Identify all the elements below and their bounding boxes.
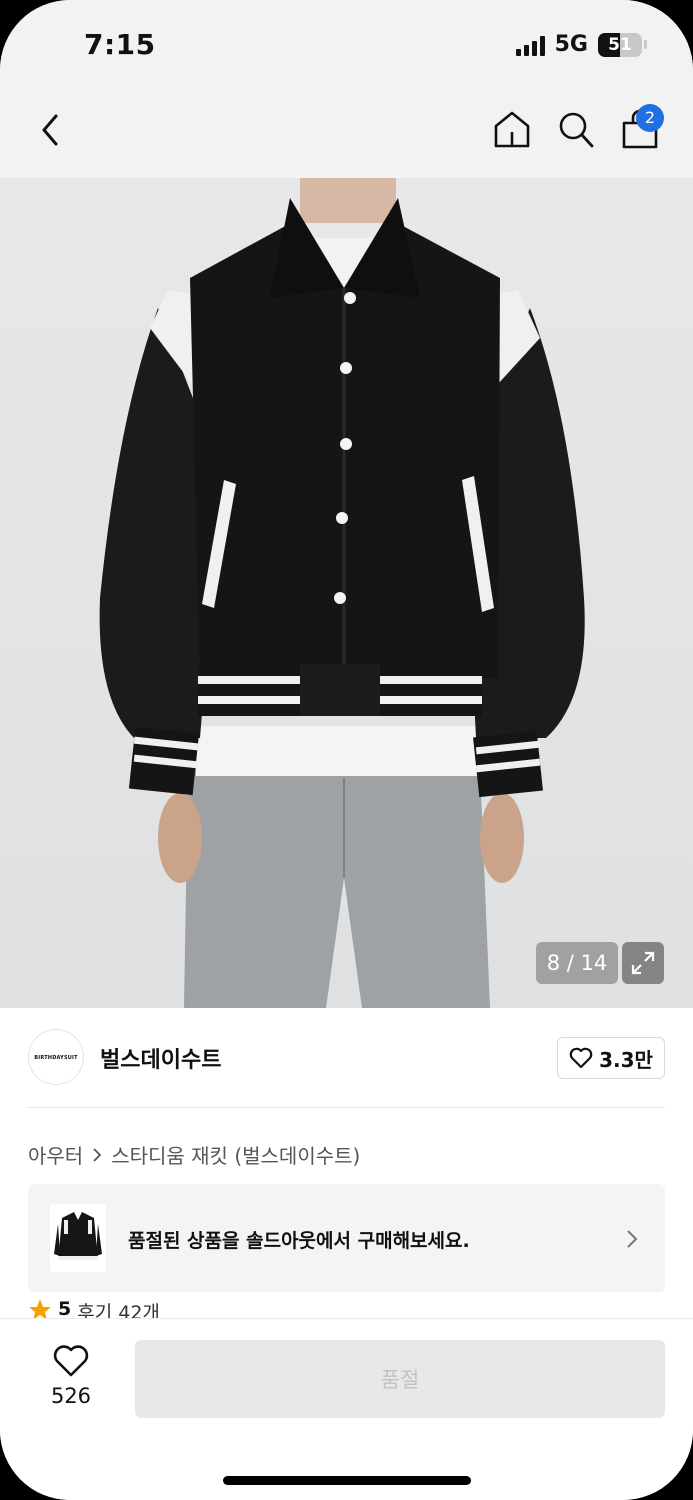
- soldout-banner-text: 품절된 상품을 솔드아웃에서 구매해보세요.: [128, 1230, 470, 1252]
- product-image[interactable]: [0, 178, 693, 1008]
- home-icon[interactable]: [492, 108, 532, 150]
- banner-thumbnail: [50, 1204, 106, 1272]
- wish-count: 526: [50, 1384, 92, 1408]
- review-score: 5: [58, 1298, 72, 1318]
- status-indicators: 5G 51: [515, 32, 647, 57]
- breadcrumb: 아우터 스타디움 재킷 (벌스데이수트): [28, 1140, 360, 1169]
- chevron-right-icon: [93, 1147, 102, 1162]
- header-area: [0, 0, 693, 178]
- review-count: 후기 42개: [77, 1302, 160, 1318]
- heart-icon[interactable]: [52, 1344, 90, 1378]
- expand-icon[interactable]: [622, 942, 664, 984]
- breadcrumb-product[interactable]: 스타디움 재킷 (벌스데이수트): [111, 1140, 360, 1169]
- soldout-button[interactable]: 품절: [135, 1340, 665, 1418]
- chevron-left-icon[interactable]: [34, 110, 66, 150]
- brand-like-count: 3.3만: [599, 1047, 653, 1072]
- battery-icon: 51: [598, 32, 642, 57]
- heart-icon: [569, 1047, 593, 1069]
- brand-like-button[interactable]: 3.3만: [557, 1037, 665, 1079]
- home-indicator: [223, 1476, 471, 1485]
- product-photo: [99, 178, 585, 1008]
- phone-screen: 7:15 5G 51 2 8 / 14 BIRTHDAYSUIT 벌스데이수트 …: [0, 0, 693, 1500]
- battery-level: 51: [608, 34, 632, 55]
- chevron-right-icon: [627, 1230, 638, 1248]
- soldout-banner[interactable]: 품절된 상품을 솔드아웃에서 구매해보세요.: [28, 1184, 665, 1292]
- brand-logo[interactable]: BIRTHDAYSUIT: [28, 1029, 84, 1085]
- image-counter: 8 / 14: [536, 942, 618, 984]
- cart-count-badge: 2: [636, 104, 664, 132]
- divider: [28, 1107, 665, 1108]
- brand-name[interactable]: 벌스데이수트: [100, 1042, 221, 1074]
- breadcrumb-category[interactable]: 아우터: [28, 1140, 83, 1169]
- signal-icon: [515, 34, 545, 56]
- review-summary[interactable]: 5 후기 42개: [28, 1298, 160, 1318]
- network-type: 5G: [554, 32, 588, 57]
- search-icon[interactable]: [556, 108, 596, 150]
- star-icon: [29, 1299, 51, 1318]
- status-time: 7:15: [84, 28, 156, 61]
- battery-tip: [644, 40, 647, 49]
